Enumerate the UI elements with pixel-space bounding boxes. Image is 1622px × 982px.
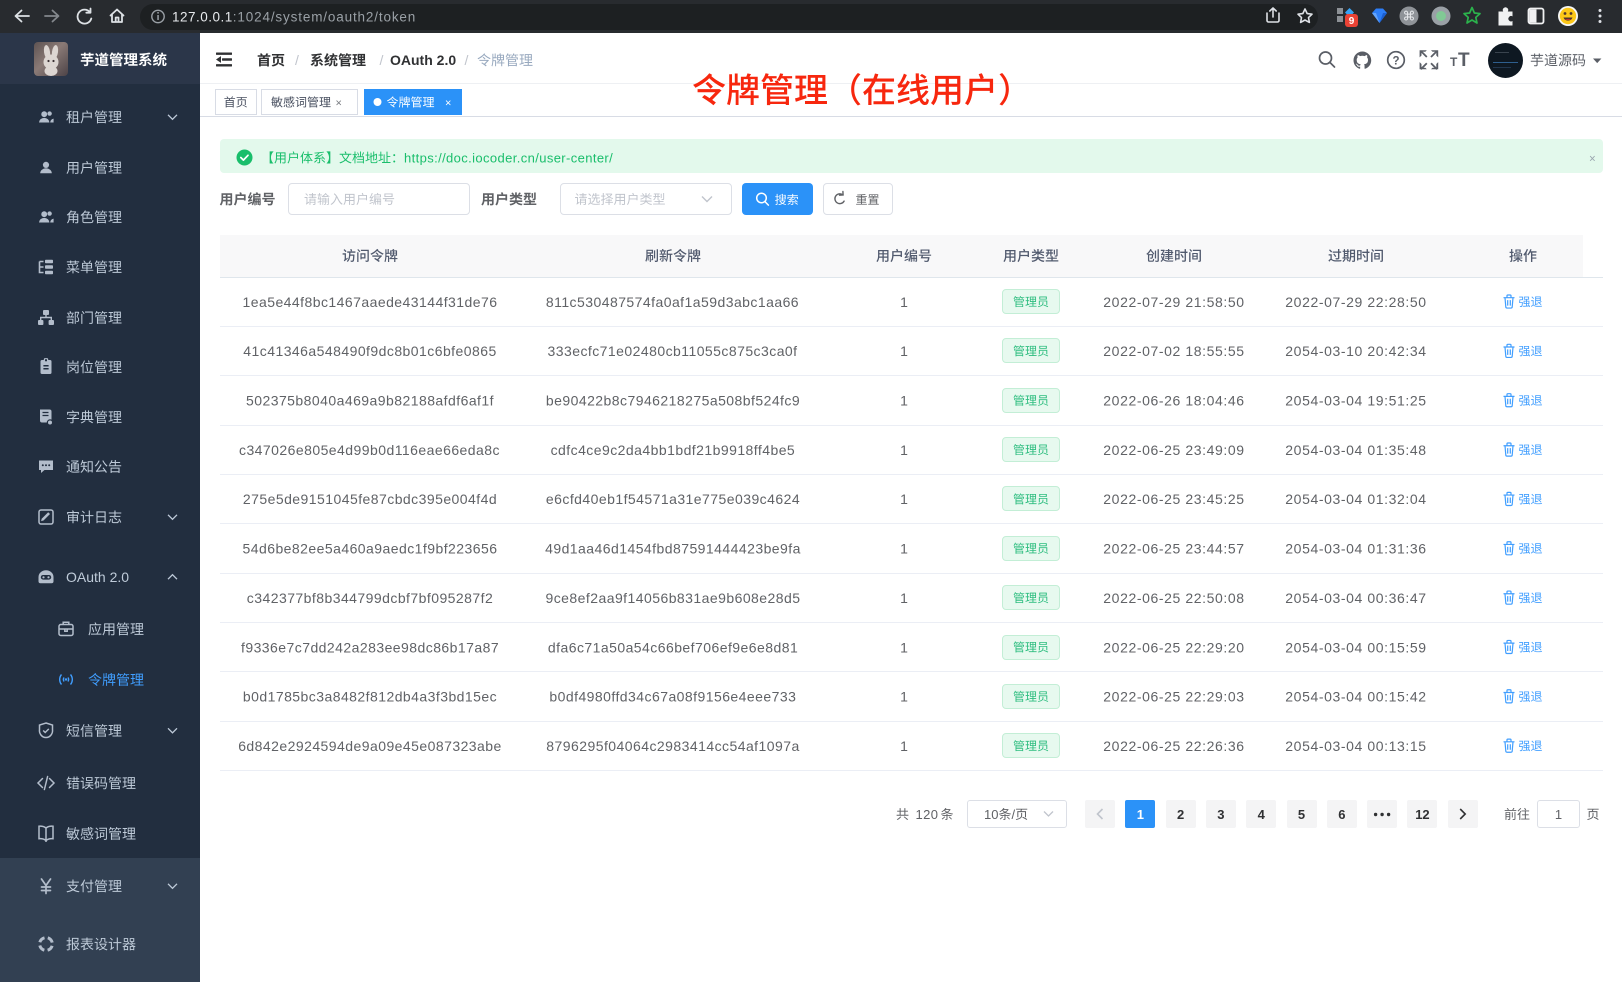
svg-text:127.0.0.1: 127.0.0.1 [172,10,233,25]
svg-text:OAuth 2.0: OAuth 2.0 [390,52,456,68]
svg-text:cdfc4ce9c2da4bb1bdf21b9918ff4b: cdfc4ce9c2da4bb1bdf21b9918ff4be5 [551,442,796,458]
svg-text:2054-03-04 01:35:48: 2054-03-04 01:35:48 [1285,442,1426,458]
svg-text:×: × [1589,153,1596,165]
svg-text:2054-03-04 00:15:42: 2054-03-04 00:15:42 [1285,689,1426,705]
svg-text:6: 6 [1338,807,1345,822]
svg-text:8796295f04064c2983414cc54af109: 8796295f04064c2983414cc54af1097a [546,738,799,754]
svg-text:333ecfc71e02480cb11055c875c3ca: 333ecfc71e02480cb11055c875c3ca0f [548,343,798,359]
svg-text:?: ? [1392,56,1399,68]
svg-text:2054-03-04 01:32:04: 2054-03-04 01:32:04 [1285,491,1426,507]
svg-text:2022-07-29 21:58:50: 2022-07-29 21:58:50 [1103,294,1244,310]
svg-text::1024/system/oauth2/token: :1024/system/oauth2/token [233,10,416,25]
svg-text:2054-03-10 20:42:34: 2054-03-10 20:42:34 [1285,343,1426,359]
svg-text:1ea5e44f8bc1467aaede43144f31de: 1ea5e44f8bc1467aaede43144f31de76 [243,294,498,310]
svg-text:T: T [1450,55,1458,69]
svg-text:2022-07-29 22:28:50: 2022-07-29 22:28:50 [1285,294,1426,310]
svg-text:×: × [445,98,451,110]
svg-text:×: × [336,98,342,110]
svg-text:1: 1 [900,442,908,458]
svg-text:1: 1 [1555,807,1562,822]
svg-text:1: 1 [900,639,908,655]
svg-text:dfa6c71a50a54c66bef706ef9e6e8d: dfa6c71a50a54c66bef706ef9e6e8d81 [548,639,798,655]
svg-text:f9336e7c7dd242a283ee98dc86b17a: f9336e7c7dd242a283ee98dc86b17a87 [241,639,499,655]
svg-text:2022-06-25 23:44:57: 2022-06-25 23:44:57 [1103,541,1244,557]
svg-text:12: 12 [1415,807,1429,822]
svg-text:/: / [1012,807,1016,822]
svg-text:2054-03-04 00:15:59: 2054-03-04 00:15:59 [1285,639,1426,655]
svg-text:⌘: ⌘ [1403,9,1416,24]
svg-text:49d1aa46d1454fbd87591444423be9: 49d1aa46d1454fbd87591444423be9fa [545,541,801,557]
svg-text:1: 1 [900,541,908,557]
svg-text:https://doc.iocoder.cn/user-ce: https://doc.iocoder.cn/user-center/ [404,150,613,165]
svg-text:2022-06-25 23:49:09: 2022-06-25 23:49:09 [1103,442,1244,458]
svg-text:120: 120 [916,807,939,822]
svg-text:1: 1 [900,491,908,507]
svg-text:54d6be82ee5a460a9aedc1f9bf2236: 54d6be82ee5a460a9aedc1f9bf223656 [243,541,498,557]
svg-text:2022-07-02 18:55:55: 2022-07-02 18:55:55 [1103,343,1244,359]
svg-text:OAuth 2.0: OAuth 2.0 [66,569,129,585]
svg-text:/: / [295,52,299,68]
svg-text:b0d1785bc3a8482f812db4a3f3bd15: b0d1785bc3a8482f812db4a3f3bd15ec [243,689,497,705]
svg-text:4: 4 [1258,807,1266,822]
svg-text:1: 1 [900,393,908,409]
svg-text:2022-06-25 22:50:08: 2022-06-25 22:50:08 [1103,590,1244,606]
svg-text:1: 1 [900,294,908,310]
svg-text:41c41346a548490f9dc8b01c6bfe08: 41c41346a548490f9dc8b01c6bfe0865 [243,343,496,359]
svg-text:811c530487574fa0af1a59d3abc1aa: 811c530487574fa0af1a59d3abc1aa66 [546,294,799,310]
svg-text:2022-06-25 22:29:03: 2022-06-25 22:29:03 [1103,689,1244,705]
svg-text:2022-06-25 23:45:25: 2022-06-25 23:45:25 [1103,491,1244,507]
svg-text:3: 3 [1217,807,1224,822]
svg-text:/: / [380,52,384,68]
svg-text:2022-06-26 18:04:46: 2022-06-26 18:04:46 [1103,393,1244,409]
svg-text:b0df4980ffd34c67a08f9156e4eee7: b0df4980ffd34c67a08f9156e4eee733 [549,689,796,705]
svg-text:6d842e2924594de9a09e45e087323a: 6d842e2924594de9a09e45e087323abe [238,738,502,754]
svg-text:10: 10 [984,807,998,822]
svg-text:1: 1 [900,590,908,606]
svg-text:1: 1 [1137,807,1144,822]
svg-text:1: 1 [900,738,908,754]
svg-text:1: 1 [900,343,908,359]
svg-text:2022-06-25 22:26:36: 2022-06-25 22:26:36 [1103,738,1244,754]
svg-text:9: 9 [1349,16,1355,27]
svg-text:5: 5 [1298,807,1305,822]
svg-text:2022-06-25 22:29:20: 2022-06-25 22:29:20 [1103,639,1244,655]
svg-text:2054-03-04 00:13:15: 2054-03-04 00:13:15 [1285,738,1426,754]
svg-text:1: 1 [900,689,908,705]
svg-text:c342377bf8b344799dcbf7bf095287: c342377bf8b344799dcbf7bf095287f2 [247,590,493,606]
svg-text:be90422b8c7946218275a508bf524f: be90422b8c7946218275a508bf524fc9 [546,393,800,409]
svg-text:2: 2 [1177,807,1184,822]
svg-text:2054-03-04 01:31:36: 2054-03-04 01:31:36 [1285,541,1426,557]
svg-text:/: / [465,52,469,68]
svg-text:275e5de9151045fe87cbdc395e004f: 275e5de9151045fe87cbdc395e004f4d [243,491,497,507]
svg-text:e6cfd40eb1f54571a31e775e039c46: e6cfd40eb1f54571a31e775e039c4624 [546,491,800,507]
svg-text:T: T [1458,50,1470,71]
svg-text:502375b8040a469a9b82188afdf6af: 502375b8040a469a9b82188afdf6af1f [246,393,494,409]
svg-text:c347026e805e4d99b0d116eae66eda: c347026e805e4d99b0d116eae66eda8c [239,442,500,458]
svg-text:9ce8ef2aa9f14056b831ae9b608e28: 9ce8ef2aa9f14056b831ae9b608e28d5 [546,590,801,606]
svg-text:2054-03-04 00:36:47: 2054-03-04 00:36:47 [1285,590,1426,606]
svg-text:2054-03-04 19:51:25: 2054-03-04 19:51:25 [1285,393,1426,409]
